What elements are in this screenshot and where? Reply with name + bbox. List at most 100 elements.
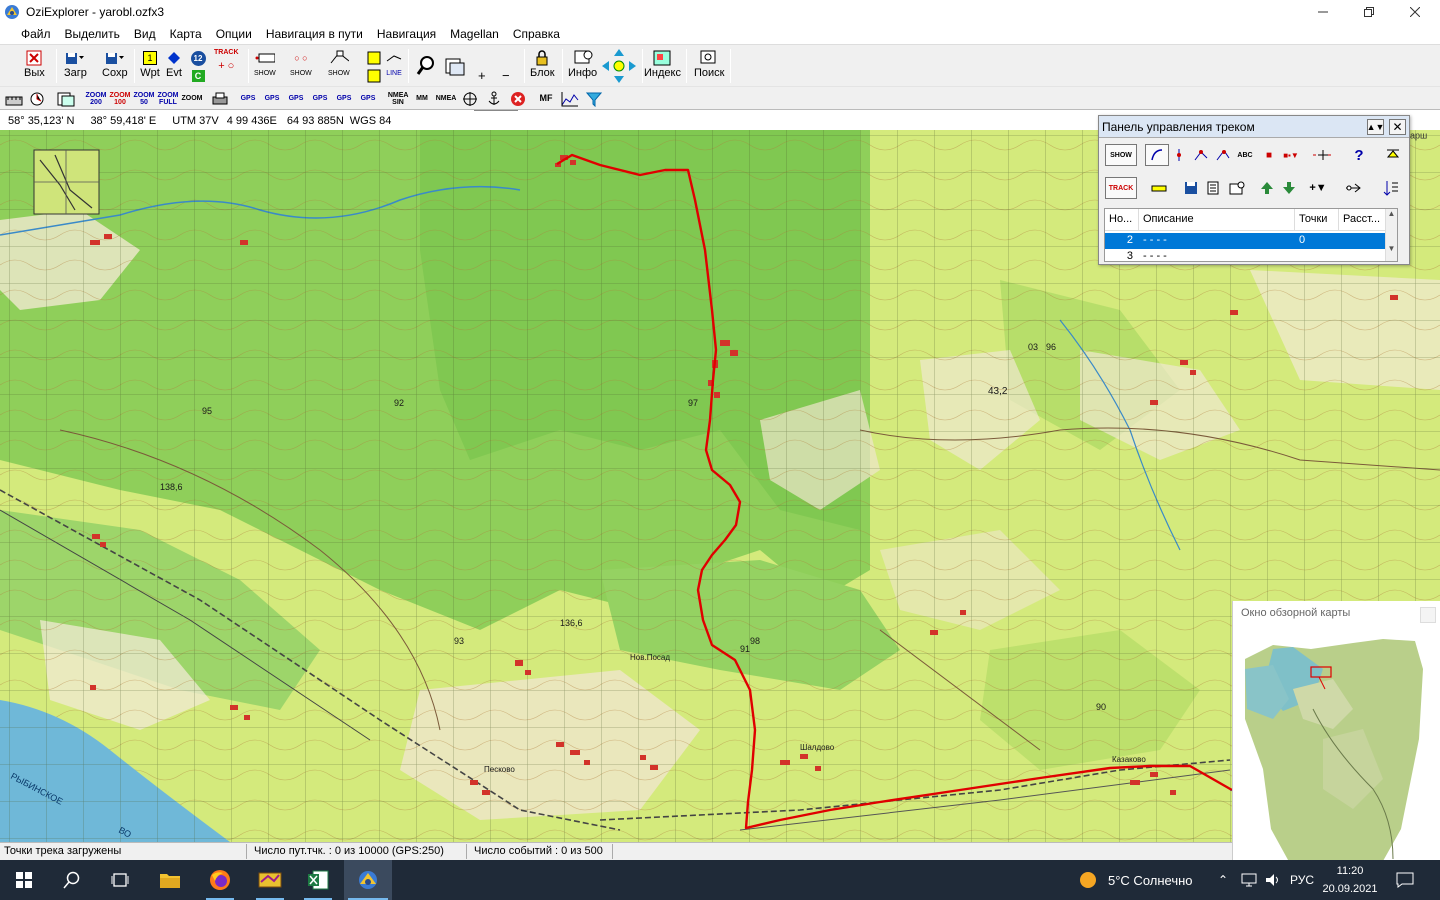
search-button[interactable]: Поиск bbox=[694, 49, 724, 80]
overview-close-button[interactable] bbox=[1420, 607, 1436, 623]
track-row-selected[interactable]: 2 - - - - 0 bbox=[1105, 233, 1397, 249]
track-dot-button[interactable]: ■ bbox=[1257, 144, 1281, 166]
track-top-button[interactable] bbox=[1381, 144, 1405, 166]
track-row[interactable]: 3 - - - - bbox=[1105, 249, 1397, 261]
mapinfo-button[interactable] bbox=[246, 860, 294, 900]
track-save-button[interactable] bbox=[1179, 177, 1203, 199]
scroll-down-icon[interactable]: ▼ bbox=[1386, 244, 1397, 253]
excel-button[interactable] bbox=[294, 860, 342, 900]
zoom-tool-button[interactable] bbox=[416, 55, 436, 77]
volume-button[interactable] bbox=[1264, 860, 1282, 900]
track-help-button[interactable]: ? bbox=[1347, 144, 1371, 166]
track-move-down-button[interactable] bbox=[1277, 177, 1301, 199]
track-dot-menu-button[interactable]: ■▪▼ bbox=[1279, 144, 1303, 166]
restore-button[interactable] bbox=[1346, 0, 1392, 24]
oziexplorer-taskbar-button[interactable] bbox=[344, 860, 392, 900]
weather-widget[interactable]: 5°C Солнечно bbox=[1078, 860, 1193, 900]
exit-button[interactable]: Вых bbox=[24, 49, 45, 80]
print-button[interactable] bbox=[210, 89, 230, 108]
zoom-out-button[interactable]: − bbox=[502, 69, 510, 83]
chart-button[interactable] bbox=[560, 89, 580, 108]
gps-upload-waypoints-button[interactable]: GPS bbox=[238, 89, 258, 108]
language-indicator[interactable]: РУС bbox=[1290, 860, 1314, 900]
gps-upload-routes-button[interactable]: GPS bbox=[286, 89, 306, 108]
lock-button[interactable]: Блок bbox=[530, 49, 555, 80]
filter-button[interactable] bbox=[584, 89, 604, 108]
info-button[interactable]: Инфо bbox=[568, 49, 597, 80]
anchor-button[interactable] bbox=[484, 89, 504, 108]
track-move-up-button[interactable] bbox=[1255, 177, 1279, 199]
gps-download-track-button[interactable]: GPS bbox=[358, 89, 378, 108]
track-curve-button[interactable] bbox=[1145, 144, 1169, 166]
col-points[interactable]: Точки bbox=[1295, 209, 1339, 230]
menu-help[interactable]: Справка bbox=[506, 27, 567, 41]
load-button[interactable]: Загр bbox=[64, 49, 87, 80]
show-routes-button[interactable]: SHOW bbox=[328, 49, 350, 80]
track-mode-button[interactable]: TRACK bbox=[1105, 177, 1137, 199]
index-button[interactable]: Индекс bbox=[644, 49, 681, 80]
track-list-button[interactable] bbox=[1201, 177, 1225, 199]
start-button[interactable] bbox=[0, 860, 48, 900]
nmea-sim-button[interactable]: NMEA SIN bbox=[388, 89, 409, 108]
gps-download-routes-button[interactable]: GPS bbox=[310, 89, 330, 108]
map-tool-button[interactable] bbox=[28, 89, 48, 108]
crosshair-button[interactable] bbox=[460, 89, 480, 108]
route-edit-button[interactable] bbox=[364, 49, 384, 85]
menu-magellan[interactable]: Magellan bbox=[443, 27, 506, 41]
stop-button[interactable] bbox=[508, 89, 528, 108]
track-edit-button[interactable] bbox=[1189, 144, 1213, 166]
overview-map[interactable] bbox=[1233, 629, 1440, 869]
taskbar-search-button[interactable] bbox=[48, 860, 96, 900]
track-list-scrollbar[interactable]: ▲ ▼ bbox=[1385, 209, 1397, 261]
track-panel-close-button[interactable]: ✕ bbox=[1389, 119, 1406, 135]
track-sort-button[interactable] bbox=[1379, 177, 1403, 199]
menu-options[interactable]: Опции bbox=[209, 27, 259, 41]
zoom-100-button[interactable]: ZOOM 100 bbox=[110, 89, 131, 108]
close-button[interactable] bbox=[1392, 0, 1438, 24]
track-insert-button[interactable] bbox=[1309, 144, 1337, 166]
map-measure-button[interactable] bbox=[4, 89, 24, 108]
task-view-button[interactable] bbox=[96, 860, 144, 900]
menu-file[interactable]: Файл bbox=[14, 27, 58, 41]
gps-upload-track-button[interactable]: GPS bbox=[334, 89, 354, 108]
notifications-button[interactable] bbox=[1396, 860, 1414, 900]
menu-moving-map[interactable]: Навигация в пути bbox=[259, 27, 370, 41]
track-properties-button[interactable] bbox=[1225, 177, 1249, 199]
zoom-screen-button[interactable]: ZOOM bbox=[182, 89, 203, 108]
nmea-button[interactable]: NMEA bbox=[436, 89, 457, 108]
col-distance[interactable]: Расст... bbox=[1339, 209, 1385, 230]
zoom-full-button[interactable]: ZOOM FULL bbox=[158, 89, 179, 108]
minimize-button[interactable] bbox=[1300, 0, 1346, 24]
gps-download-waypoints-button[interactable]: GPS bbox=[262, 89, 282, 108]
menu-navigation[interactable]: Навигация bbox=[370, 27, 443, 41]
scroll-up-icon[interactable]: ▲ bbox=[1386, 209, 1397, 218]
firefox-button[interactable] bbox=[196, 860, 244, 900]
pan-arrows-button[interactable] bbox=[600, 47, 638, 85]
numbered-waypoint-button[interactable]: 12 C bbox=[188, 49, 208, 85]
track-join-button[interactable] bbox=[1341, 177, 1365, 199]
col-description[interactable]: Описание bbox=[1139, 209, 1295, 230]
track-label-button[interactable]: ABC bbox=[1233, 144, 1257, 166]
zoom-200-button[interactable]: ZOOM 200 bbox=[86, 89, 107, 108]
track-ruler-button[interactable] bbox=[1147, 177, 1171, 199]
menu-map[interactable]: Карта bbox=[163, 27, 209, 41]
line-button[interactable]: LINE bbox=[384, 49, 404, 80]
col-number[interactable]: Но... bbox=[1105, 209, 1139, 230]
show-waypoints-button[interactable]: SHOW bbox=[254, 49, 276, 80]
taskbar-clock[interactable]: 11:20 20.09.2021 bbox=[1318, 862, 1382, 898]
file-explorer-button[interactable] bbox=[146, 860, 194, 900]
track-list[interactable]: Но... Описание Точки Расст... 2 - - - - … bbox=[1104, 208, 1398, 262]
track-button[interactable]: TRACK + ○ bbox=[214, 49, 239, 72]
network-button[interactable] bbox=[1240, 860, 1258, 900]
zoom-50-button[interactable]: ZOOM 50 bbox=[134, 89, 155, 108]
menu-view[interactable]: Вид bbox=[127, 27, 163, 41]
track-panel-header[interactable]: Панель управления треком bbox=[1099, 116, 1409, 138]
zoom-in-button[interactable]: + bbox=[478, 69, 486, 83]
save-button[interactable]: Сохр bbox=[102, 49, 128, 80]
moving-map-button[interactable]: MM bbox=[412, 89, 432, 108]
show-events-button[interactable]: ○ ○ SHOW bbox=[290, 49, 312, 80]
menu-select[interactable]: Выделить bbox=[58, 27, 127, 41]
track-split-button[interactable] bbox=[1211, 144, 1235, 166]
track-add-menu-button[interactable]: +▼ bbox=[1305, 177, 1331, 199]
waypoint-button[interactable]: 1 Wpt bbox=[140, 49, 160, 80]
